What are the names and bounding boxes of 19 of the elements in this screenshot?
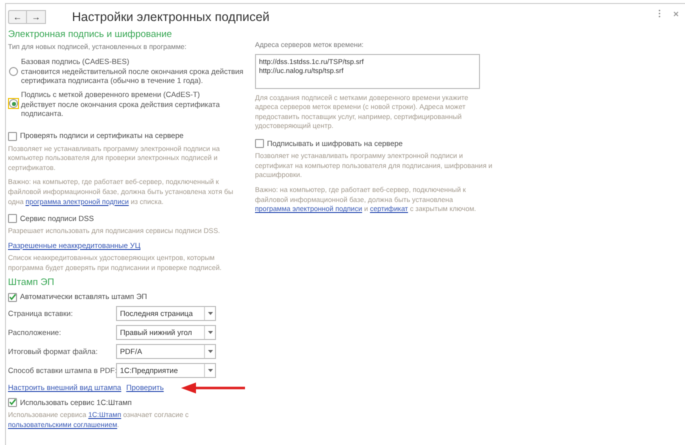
checkbox[interactable] (8, 214, 17, 224)
section-title: Штамп ЭП (8, 277, 56, 290)
close-icon[interactable] (673, 10, 679, 16)
caret-icon (208, 312, 212, 315)
caret-icon (208, 350, 212, 353)
section-title: Электронная подпись и шифрование (8, 28, 173, 42)
window-title: Настройки электронных подписей (72, 8, 270, 26)
back-button[interactable]: ← (8, 10, 27, 24)
checkbox[interactable] (8, 292, 17, 302)
checkbox[interactable] (255, 139, 264, 148)
radio-button[interactable] (9, 66, 18, 76)
checkbox[interactable] (8, 132, 17, 140)
caret-icon (208, 368, 212, 372)
more-icon[interactable] (658, 9, 661, 18)
caret-icon (208, 330, 212, 334)
radio-button[interactable] (9, 99, 18, 108)
annotation-arrow (180, 382, 245, 394)
forward-button[interactable]: → (27, 10, 46, 24)
checkbox[interactable] (8, 398, 17, 407)
